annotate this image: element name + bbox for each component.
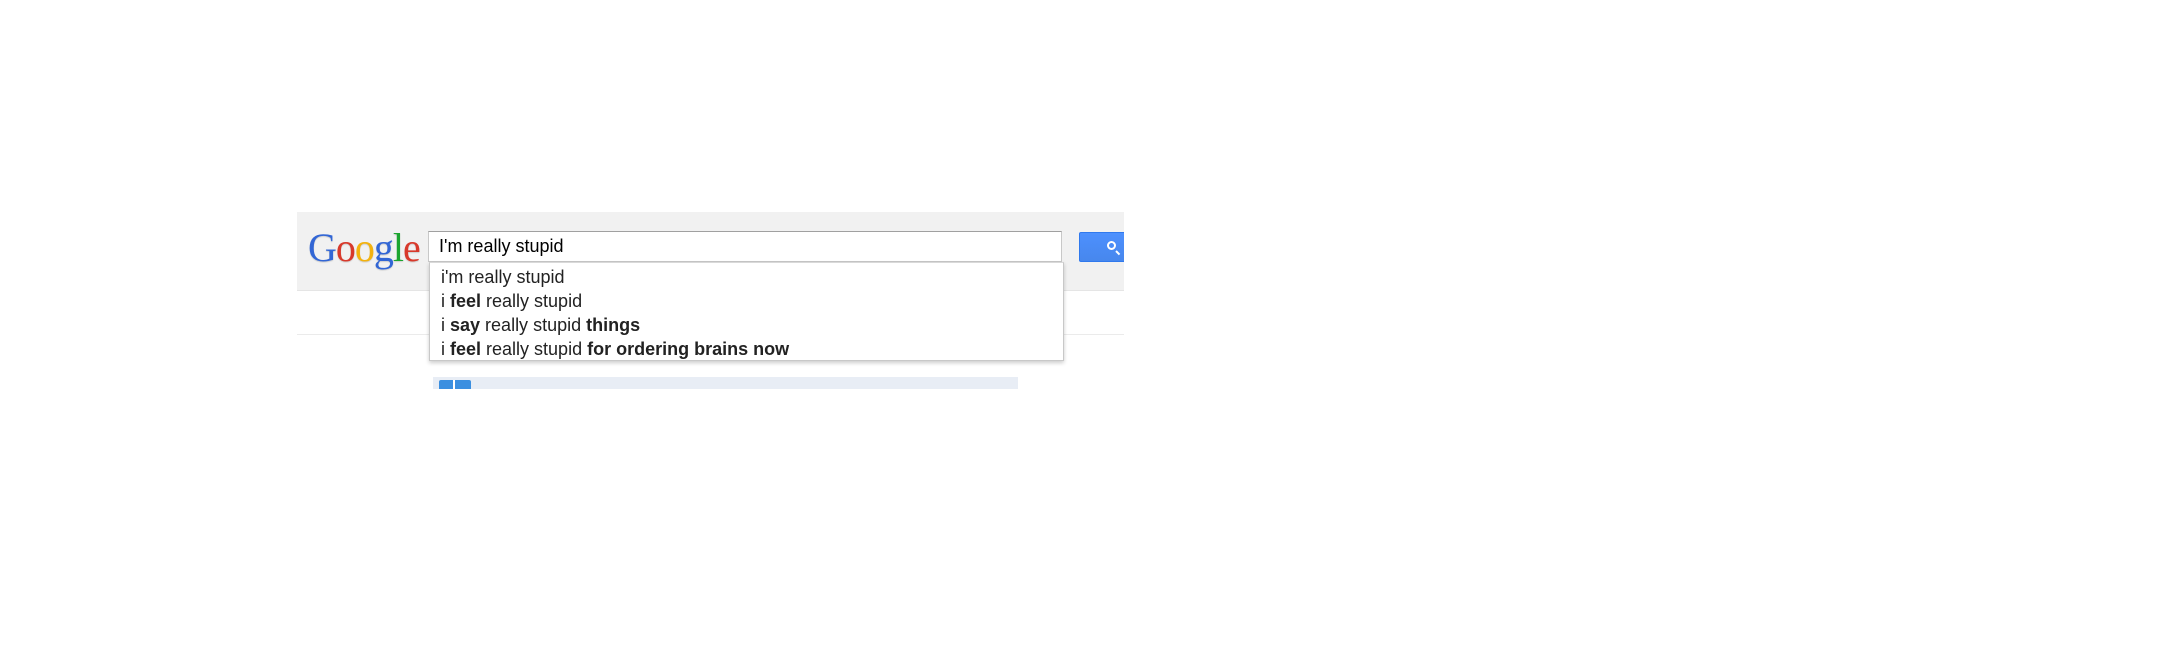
suggestion-item[interactable]: i say really stupid things bbox=[430, 313, 1063, 337]
result-strip bbox=[433, 377, 1018, 389]
search-input[interactable] bbox=[428, 231, 1062, 262]
result-thumbnail-icon[interactable] bbox=[439, 380, 471, 389]
suggestion-text: i bbox=[441, 291, 450, 311]
suggestion-item[interactable]: i feel really stupid for ordering brains… bbox=[430, 337, 1063, 361]
suggestion-text: really stupid bbox=[481, 339, 588, 359]
logo-letter: o bbox=[335, 225, 356, 270]
suggestion-item[interactable]: i feel really stupid bbox=[430, 289, 1063, 313]
logo-letter: g bbox=[373, 225, 394, 270]
suggestion-text: i'm really stupid bbox=[441, 267, 565, 287]
suggestion-text: i bbox=[441, 339, 450, 359]
suggestion-text: really stupid bbox=[481, 291, 583, 311]
autocomplete-dropdown: i'm really stupid i feel really stupid i… bbox=[429, 262, 1064, 361]
google-logo[interactable]: Google bbox=[308, 222, 421, 274]
suggestion-bold-text: things bbox=[586, 315, 641, 335]
logo-letter: G bbox=[308, 225, 337, 270]
page: Google i'm really stupid i feel really s… bbox=[0, 0, 2160, 668]
suggestion-item[interactable]: i'm really stupid bbox=[430, 265, 1063, 289]
suggestion-text: i bbox=[441, 315, 450, 335]
search-icon bbox=[1107, 241, 1116, 250]
suggestion-bold-text: say bbox=[450, 315, 481, 335]
logo-letter: l bbox=[392, 225, 404, 270]
logo-letter: o bbox=[354, 225, 375, 270]
logo-letter: e bbox=[403, 225, 421, 270]
suggestion-bold-text: feel bbox=[450, 339, 482, 359]
search-button[interactable] bbox=[1079, 232, 1124, 262]
suggestion-text: really stupid bbox=[480, 315, 587, 335]
suggestion-bold-text: for ordering brains now bbox=[587, 339, 790, 359]
suggestion-bold-text: feel bbox=[450, 291, 482, 311]
